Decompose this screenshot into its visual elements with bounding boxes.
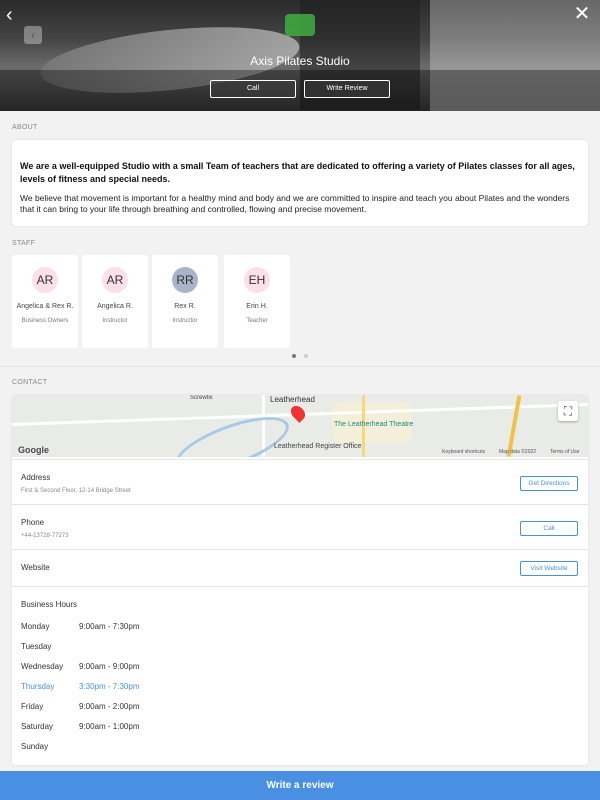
hours-day: Tuesday — [21, 642, 52, 651]
carousel-pagination — [290, 354, 314, 360]
staff-avatar: AR — [32, 267, 58, 293]
staff-card[interactable]: RR Rex R. Instructor — [152, 255, 218, 348]
staff-role: Teacher — [246, 318, 268, 324]
studio-logo — [285, 14, 315, 36]
studio-name: Axis Pilates Studio — [250, 54, 350, 68]
close-icon[interactable]: ✕ — [572, 4, 592, 24]
staff-avatar: AR — [102, 267, 128, 293]
address-value: First & Second Floor, 12-14 Bridge Stree… — [21, 488, 131, 494]
divider — [0, 366, 600, 367]
call-phone-button[interactable]: Call — [520, 521, 578, 536]
hours-divider — [12, 586, 588, 587]
visit-website-button[interactable]: Visit Website — [520, 561, 578, 576]
hours-time: 9:00am - 7:30pm — [79, 622, 140, 631]
write-a-review-button[interactable]: Write a review — [0, 771, 600, 800]
hero-photo-floor — [0, 70, 600, 111]
hours-day: Saturday — [21, 722, 54, 731]
business-hours-title: Business Hours — [21, 600, 78, 609]
staff-card[interactable]: EH Erin H. Teacher — [224, 255, 290, 348]
staff-avatar: EH — [244, 267, 270, 293]
website-title: Website — [21, 563, 50, 572]
pagination-dot[interactable] — [304, 354, 308, 358]
phone-title: Phone — [21, 518, 45, 527]
map-data-credit: Map data ©2022 — [499, 449, 537, 455]
hours-row: Wednesday 9:00am - 9:00pm — [21, 662, 221, 674]
staff-name: Angelica & Rex R. — [16, 303, 74, 310]
contact-section-label: CONTACT — [12, 379, 48, 386]
map-label-screwfix: Screwfix — [190, 395, 213, 401]
pagination-dot-active[interactable] — [292, 354, 296, 358]
hours-row: Saturday 9:00am - 1:00pm — [21, 722, 221, 734]
staff-role: Instructor — [172, 318, 198, 324]
map-terms-link[interactable]: Terms of Use — [550, 449, 579, 455]
map-road — [506, 395, 522, 457]
phone-value: +44-13728-77273 — [21, 533, 69, 539]
about-body: We believe that movement is important fo… — [20, 193, 570, 214]
map-pin-icon[interactable] — [288, 403, 308, 423]
staff-avatar: RR — [172, 267, 198, 293]
contact-card: Leatherhead Screwfix The Leatherhead The… — [12, 395, 588, 765]
hours-row: Friday 9:00am - 2:00pm — [21, 702, 221, 714]
get-directions-button[interactable]: Get Directions — [520, 476, 578, 491]
gallery-prev-icon[interactable]: ‹ — [24, 26, 42, 44]
fullscreen-icon[interactable]: ⛶ — [558, 401, 578, 421]
write-review-button[interactable]: Write Review — [304, 80, 390, 98]
staff-name: Rex R. — [174, 303, 196, 310]
hours-row: Sunday — [21, 742, 221, 754]
hours-time: 9:00am - 1:00pm — [79, 722, 140, 731]
about-card: We are a well-equipped Studio with a sma… — [12, 140, 588, 226]
address-row: Address First & Second Floor, 12-14 Brid… — [12, 459, 588, 504]
hours-day: Friday — [21, 702, 44, 711]
staff-name: Erin H. — [246, 303, 268, 310]
staff-section-label: STAFF — [12, 240, 36, 247]
map[interactable]: Leatherhead Screwfix The Leatherhead The… — [12, 395, 588, 457]
staff-card[interactable]: AR Angelica & Rex R. Business Owners — [12, 255, 78, 348]
back-icon[interactable]: ‹ — [6, 5, 24, 25]
about-section-label: ABOUT — [12, 124, 38, 131]
call-button[interactable]: Call — [210, 80, 296, 98]
hours-row: Monday 9:00am - 7:30pm — [21, 622, 221, 634]
hours-time: 3:30pm - 7:30pm — [79, 682, 140, 691]
map-keyboard-shortcuts[interactable]: Keyboard shortcuts — [442, 449, 485, 455]
hours-day: Monday — [21, 622, 50, 631]
about-lead: We are a well-equipped Studio with a sma… — [20, 161, 575, 184]
map-label-theatre: The Leatherhead Theatre — [334, 421, 414, 428]
hours-day: Sunday — [21, 742, 49, 751]
hours-row: Thursday 3:30pm - 7:30pm — [21, 682, 221, 694]
staff-role: Business Owners — [21, 318, 69, 324]
map-label-town: Leatherhead — [270, 395, 315, 404]
website-row: Website Visit Website — [12, 549, 588, 586]
address-title: Address — [21, 473, 51, 482]
staff-role: Instructor — [102, 318, 128, 324]
hours-day: Wednesday — [21, 662, 64, 671]
hours-row: Tuesday — [21, 642, 221, 654]
map-label-register: Leatherhead Register Office — [274, 443, 362, 450]
staff-name: Angelica R. — [97, 303, 133, 310]
hours-time: 9:00am - 9:00pm — [79, 662, 140, 671]
hours-day: Thursday — [21, 682, 55, 691]
hours-time: 9:00am - 2:00pm — [79, 702, 140, 711]
google-logo: Google — [18, 445, 49, 455]
phone-row: Phone +44-13728-77273 Call — [12, 504, 588, 549]
staff-card[interactable]: AR Angelica R. Instructor — [82, 255, 148, 348]
